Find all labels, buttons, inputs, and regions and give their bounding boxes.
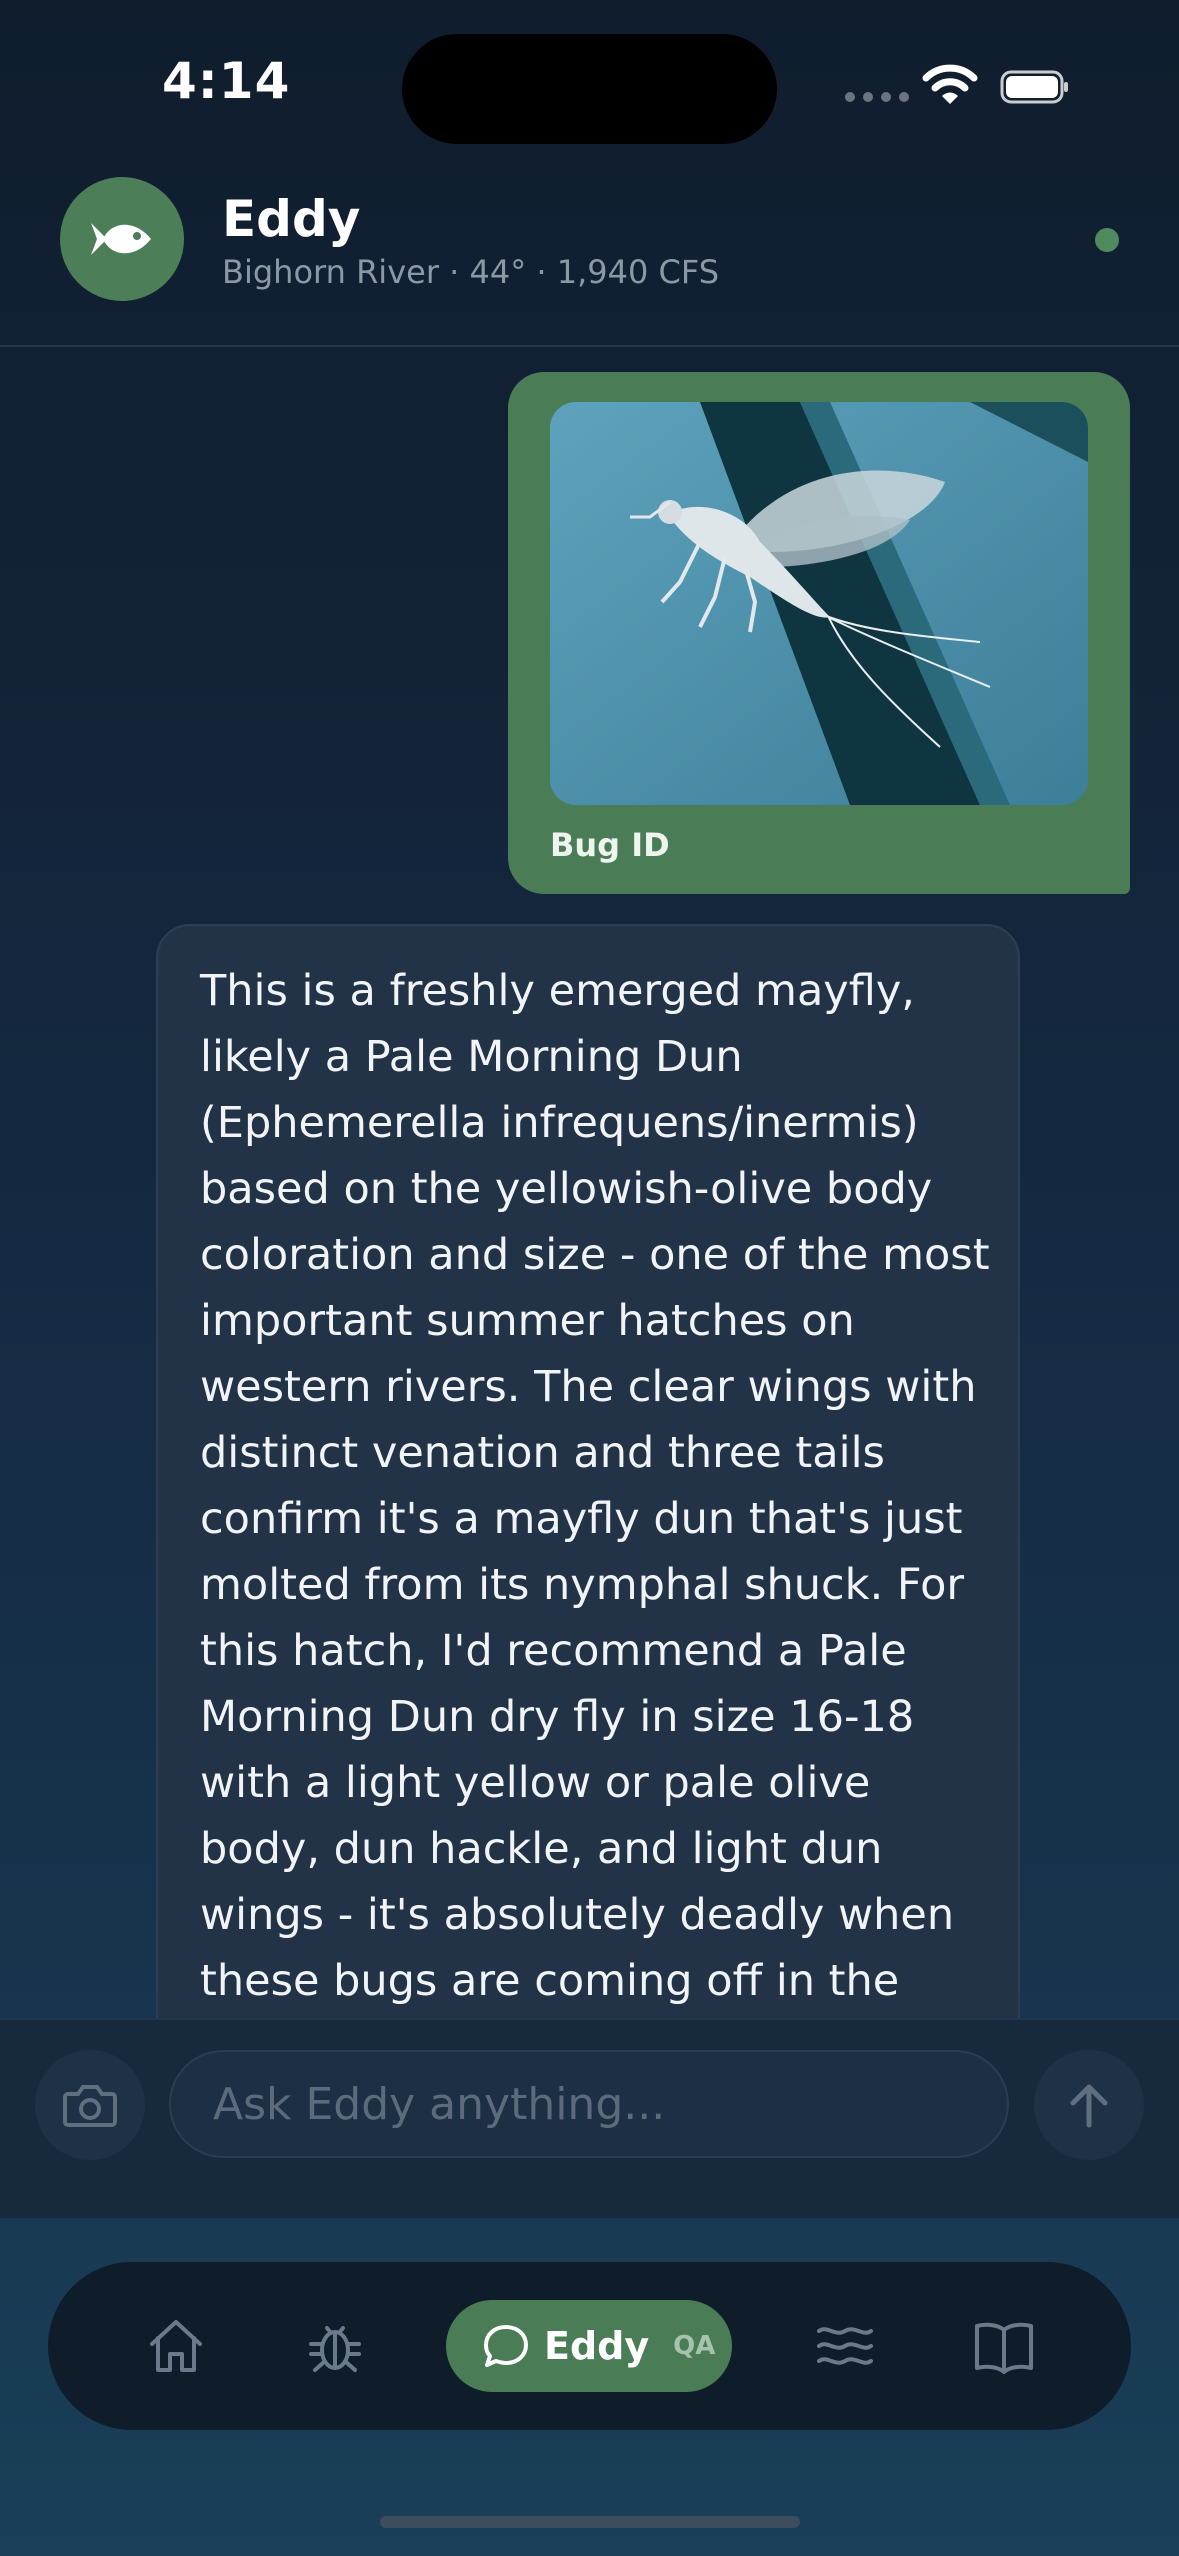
battery-icon (1000, 70, 1070, 104)
home-indicator (380, 2516, 800, 2528)
cellular-signal-icon (845, 92, 909, 102)
fish-icon (91, 223, 151, 255)
dynamic-island (402, 34, 777, 144)
waves-icon (817, 2327, 873, 2365)
tab-home[interactable] (136, 2306, 216, 2386)
status-time: 4:14 (162, 52, 291, 110)
message-input-field[interactable] (169, 2050, 1009, 2158)
message-input[interactable] (171, 2052, 1007, 2156)
image-caption: Bug ID (550, 826, 670, 864)
camera-button[interactable] (35, 2050, 145, 2160)
tab-rivers[interactable] (805, 2306, 885, 2386)
river-conditions: Bighorn River · 44° · 1,940 CFS (222, 253, 719, 291)
eddy-avatar[interactable] (60, 177, 184, 301)
tab-eddy[interactable]: Eddy QA (446, 2300, 732, 2392)
send-button[interactable] (1034, 2050, 1144, 2160)
bug-icon (309, 2326, 361, 2372)
camera-icon (63, 2085, 117, 2127)
online-status-indicator (1095, 228, 1119, 252)
assistant-message-text: This is a freshly emerged mayfly, likely… (200, 966, 990, 2006)
chat-bubble-icon (484, 2325, 528, 2367)
composer-divider (0, 2018, 1179, 2020)
qa-badge: QA (673, 2331, 716, 2361)
header-divider (0, 345, 1179, 347)
home-icon (150, 2320, 202, 2372)
book-icon (975, 2322, 1033, 2374)
tab-journal[interactable] (964, 2306, 1044, 2386)
tab-bugs[interactable] (295, 2306, 375, 2386)
uploaded-bug-photo[interactable] (550, 402, 1088, 805)
arrow-up-icon (1070, 2084, 1108, 2128)
wifi-icon (922, 62, 978, 108)
chat-title: Eddy (222, 190, 361, 248)
tab-eddy-label: Eddy (544, 2324, 650, 2368)
